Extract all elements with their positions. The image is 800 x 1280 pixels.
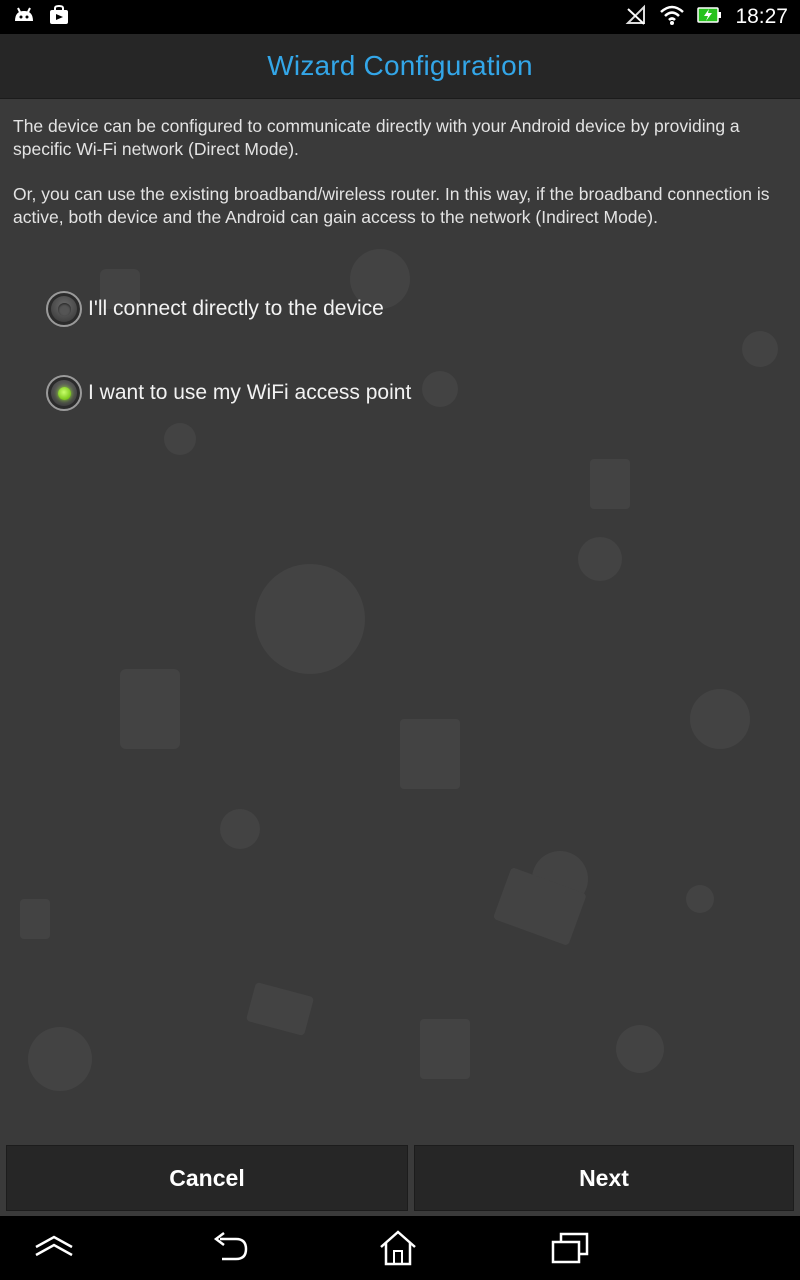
nav-bar [0, 1216, 800, 1280]
next-button[interactable]: Next [414, 1145, 794, 1211]
recent-apps-icon[interactable] [546, 1228, 594, 1268]
radio-label-wifi: I want to use my WiFi access point [88, 381, 412, 404]
intro-text: The device can be configured to communic… [13, 115, 791, 251]
status-left [12, 4, 70, 31]
title-bar: Wizard Configuration [0, 34, 800, 99]
radio-button-direct[interactable] [46, 291, 82, 327]
radio-option-direct[interactable]: I'll connect directly to the device [46, 291, 384, 327]
status-bar: 18:27 [0, 0, 800, 34]
store-notification-icon [48, 4, 70, 31]
collapse-icon[interactable] [30, 1228, 78, 1268]
radio-dot-selected [57, 386, 71, 400]
status-right: 18:27 [625, 4, 788, 31]
signal-off-icon [625, 4, 647, 31]
button-bar: Cancel Next [0, 1144, 800, 1216]
home-icon[interactable] [374, 1228, 422, 1268]
radio-button-wifi[interactable] [46, 375, 82, 411]
android-notification-icon [12, 5, 36, 30]
radio-dot-unselected [57, 302, 71, 316]
battery-charging-icon [697, 5, 723, 30]
intro-paragraph-indirect: Or, you can use the existing broadband/w… [13, 184, 770, 227]
back-icon[interactable] [206, 1228, 254, 1268]
status-time: 18:27 [735, 5, 788, 28]
content-area: The device can be configured to communic… [0, 99, 800, 1144]
background-pattern [20, 249, 778, 1091]
intro-paragraph-direct: The device can be configured to communic… [13, 116, 740, 159]
page-title: Wizard Configuration [267, 50, 533, 81]
cancel-button[interactable]: Cancel [6, 1145, 408, 1211]
radio-label-direct: I'll connect directly to the device [88, 297, 384, 320]
wifi-icon [659, 4, 685, 31]
radio-option-wifi[interactable]: I want to use my WiFi access point [46, 375, 411, 411]
